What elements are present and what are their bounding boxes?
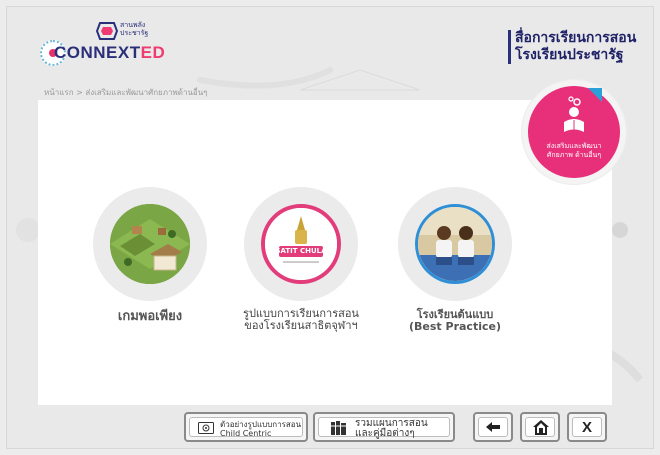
back-button[interactable]: [473, 412, 513, 442]
example-teaching-button-label: ตัวอย่างรูปแบบการสอน Child Centric: [220, 420, 301, 438]
lesson-plan-collection-button[interactable]: รวมแผนการสอน และคู่มือต่างๆ: [313, 412, 455, 442]
books-icon: [331, 421, 346, 435]
logo-mark-icon: [96, 22, 118, 40]
category-badge-label-line-2: ศักยภาพ ด้านอื่นๆ: [546, 151, 602, 159]
category-badge-label: ส่งเสริมและพัฒนา ศักยภาพ ด้านอื่นๆ: [528, 142, 620, 160]
menu-item-label-line: (Best Practice): [409, 320, 501, 333]
logo-wordmark: CONNEXTED: [54, 43, 165, 63]
category-badge-label-line-1: ส่งเสริมและพัฒนา: [546, 142, 602, 150]
page-title-line-1: สื่อการเรียนการสอน: [515, 30, 637, 46]
menu-item-label-line: ของโรงเรียนสาธิตจุฬาฯ: [244, 319, 358, 332]
logo-caption-line-1: สานพลัง: [120, 21, 146, 29]
page-title: สื่อการเรียนการสอน โรงเรียนประชารัฐ: [508, 30, 636, 64]
menu-item-label-line: เกมพอเพียง: [117, 309, 183, 324]
menu-item-circle: [398, 187, 512, 301]
menu-item-circle: SATIT CHULA: [244, 187, 358, 301]
button-label-line: และคู่มือต่างๆ: [355, 428, 415, 439]
close-button[interactable]: X: [567, 412, 607, 442]
menu-item-satit-chula[interactable]: SATIT CHULA รูปแบบการเรียนการสอน ของโรงเ…: [241, 187, 361, 332]
menu-item-circle: [93, 187, 207, 301]
satit-chula-logo: SATIT CHULA: [261, 204, 341, 284]
button-label-line: Child Centric: [220, 429, 272, 438]
menu-item-label: โรงเรียนต้นแบบ (Best Practice): [395, 309, 515, 333]
back-arrow-icon: [486, 422, 500, 432]
menu-item-sufficiency-game[interactable]: เกมพอเพียง: [90, 187, 210, 323]
video-icon: [198, 422, 214, 434]
example-teaching-button[interactable]: ตัวอย่างรูปแบบการสอน Child Centric: [184, 412, 308, 442]
reader-icon: [564, 96, 584, 132]
logo-wordmark-accent: ED: [140, 43, 166, 62]
button-label-line: ตัวอย่างรูปแบบการสอน: [220, 420, 302, 429]
game-thumbnail: [110, 204, 190, 284]
connexted-logo[interactable]: สานพลัง ประชารัฐ CONNEXTED: [40, 18, 170, 68]
badge-corner-flag: [588, 88, 602, 102]
satit-chula-logo-text: SATIT CHULA: [275, 247, 327, 255]
menu-item-label: รูปแบบการเรียนการสอน ของโรงเรียนสาธิตจุฬ…: [241, 308, 361, 332]
menu-item-label: เกมพอเพียง: [90, 309, 210, 324]
home-icon: [533, 420, 549, 435]
logo-caption: สานพลัง ประชารัฐ: [120, 21, 148, 37]
home-button[interactable]: [520, 412, 560, 442]
close-icon: X: [581, 419, 592, 436]
gear-icon: [573, 98, 581, 106]
logo-wordmark-main: CONNEXT: [54, 43, 141, 62]
breadcrumb[interactable]: หน้าแรก > ส่งเสริมและพัฒนาศักยภาพด้านอื่…: [44, 86, 208, 99]
menu-item-best-practice[interactable]: โรงเรียนต้นแบบ (Best Practice): [395, 187, 515, 333]
lesson-plan-collection-button-label: รวมแผนการสอน และคู่มือต่างๆ: [355, 419, 428, 439]
page-title-line-2: โรงเรียนประชารัฐ: [515, 47, 624, 63]
best-practice-photo: [415, 204, 495, 284]
logo-caption-line-2: ประชารัฐ: [120, 29, 149, 37]
